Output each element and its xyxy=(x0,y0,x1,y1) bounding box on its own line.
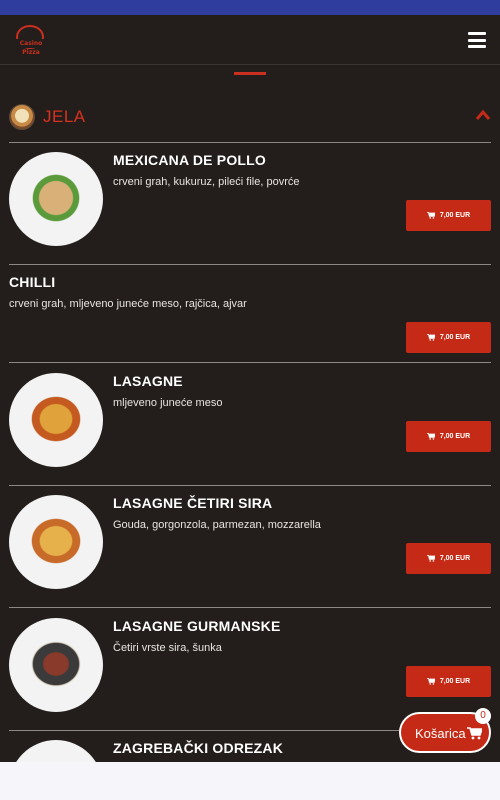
status-bar xyxy=(0,0,500,15)
item-name: LASAGNE xyxy=(113,373,183,389)
item-name: CHILLI xyxy=(9,274,56,290)
lasagne-dish-photo xyxy=(9,373,103,467)
shopping-cart-icon xyxy=(467,727,482,740)
item-divider xyxy=(9,607,491,608)
price-label: 7,00 EUR xyxy=(439,212,471,219)
cart-icon xyxy=(426,212,435,219)
item-description: Gouda, gorgonzola, parmezan, mozzarella xyxy=(113,519,321,531)
logo[interactable]: Casino Pizza xyxy=(12,25,50,56)
chevron-up-icon[interactable] xyxy=(475,108,491,122)
item-description: Četiri vrste sira, šunka xyxy=(113,642,222,654)
price-label: 7,00 EUR xyxy=(439,334,471,341)
cart-icon xyxy=(426,555,435,562)
lasagne-dish-photo xyxy=(9,495,103,589)
item-description: mljeveno juneće meso xyxy=(113,397,223,409)
item-name: LASAGNE ČETIRI SIRA xyxy=(113,495,273,511)
top-navbar: Casino Pizza xyxy=(0,15,500,65)
section-divider xyxy=(9,142,491,143)
menu-item: MEXICANA DE POLLO crveni grah, kukuruz, … xyxy=(9,152,491,265)
item-description: crveni grah, mljeveno juneće meso, rajči… xyxy=(9,298,247,310)
section-header[interactable]: JELA xyxy=(9,104,491,142)
logo-text: Casino Pizza xyxy=(12,39,50,56)
cart-count-badge: 0 xyxy=(475,708,491,724)
item-description: crveni grah, kukuruz, pileći file, povrć… xyxy=(113,176,300,188)
item-divider xyxy=(9,362,491,363)
add-to-cart-button[interactable]: 7,00 EUR xyxy=(406,666,491,697)
cart-button[interactable]: Košarica 0 xyxy=(399,708,491,753)
food-plate-icon xyxy=(9,104,35,130)
price-label: 7,00 EUR xyxy=(439,433,471,440)
add-to-cart-button[interactable]: 7,00 EUR xyxy=(406,543,491,574)
section-title: JELA xyxy=(43,107,86,126)
cart-label: Košarica xyxy=(415,726,466,741)
cart-icon xyxy=(426,334,435,341)
item-divider xyxy=(9,485,491,486)
item-divider xyxy=(9,264,491,265)
hamburger-menu-icon[interactable] xyxy=(468,32,486,48)
add-to-cart-button[interactable]: 7,00 EUR xyxy=(406,322,491,353)
item-name: ZAGREBAČKI ODREZAK xyxy=(113,740,284,756)
menu-item: LASAGNE mljeveno juneće meso 7,00 EUR xyxy=(9,373,491,486)
lasagne-pan-photo xyxy=(9,618,103,712)
menu-item: CHILLI crveni grah, mljeveno juneće meso… xyxy=(9,274,491,363)
price-label: 7,00 EUR xyxy=(439,555,471,562)
item-name: LASAGNE GURMANSKE xyxy=(113,618,281,634)
bottom-bar xyxy=(0,762,500,800)
add-to-cart-button[interactable]: 7,00 EUR xyxy=(406,421,491,452)
price-label: 7,00 EUR xyxy=(439,678,471,685)
add-to-cart-button[interactable]: 7,00 EUR xyxy=(406,200,491,231)
cart-icon xyxy=(426,678,435,685)
tortilla-wrap-photo xyxy=(9,152,103,246)
accent-divider xyxy=(234,72,266,75)
item-name: MEXICANA DE POLLO xyxy=(113,152,266,168)
cart-icon xyxy=(426,433,435,440)
menu-item: LASAGNE ČETIRI SIRA Gouda, gorgonzola, p… xyxy=(9,495,491,608)
